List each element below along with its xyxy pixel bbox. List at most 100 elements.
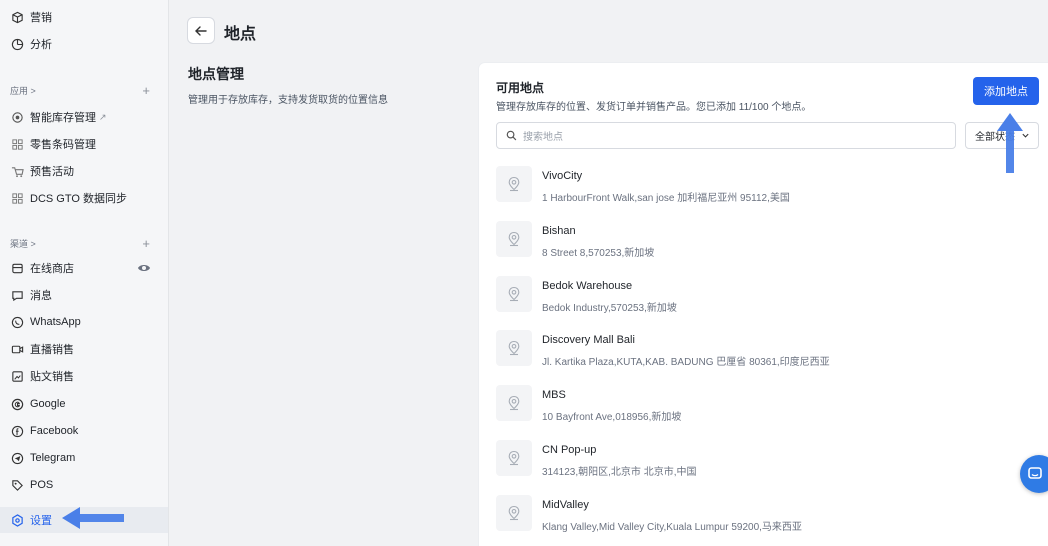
sidebar-item-label: POS xyxy=(30,479,54,491)
sidebar-item-label: 智能库存管理 xyxy=(30,112,96,124)
location-name: MidValley xyxy=(542,498,589,511)
location-row[interactable]: MidValley Klang Valley,Mid Valley City,K… xyxy=(496,493,1036,546)
location-pin-icon xyxy=(496,275,532,312)
gear-icon xyxy=(10,513,24,527)
sidebar-item-online-store[interactable]: 在线商店 xyxy=(10,258,74,278)
whatsapp-icon xyxy=(10,315,24,329)
location-pin-icon xyxy=(496,166,532,202)
sidebar-item-settings[interactable]: 设置 xyxy=(10,510,52,530)
card-description: 管理存放库存的位置、发货订单并销售产品。您已添加 11/100 个地点。 xyxy=(496,102,812,113)
location-address: 1 HarbourFront Walk,san jose 加利福尼亚州 9511… xyxy=(542,193,790,204)
sidebar-item-barcode[interactable]: 零售条码管理 xyxy=(10,134,96,154)
location-address: 314123,朝阳区,北京市 北京市,中国 xyxy=(542,466,697,478)
sidebar-item-label: Facebook xyxy=(30,425,79,437)
location-list: VivoCity 1 HarbourFront Walk,san jose 加利… xyxy=(496,164,1036,546)
message-icon xyxy=(10,288,24,302)
google-icon xyxy=(10,397,24,411)
telegram-icon xyxy=(10,451,24,465)
post-icon xyxy=(10,369,24,383)
eye-icon[interactable] xyxy=(137,262,151,274)
location-row[interactable]: VivoCity 1 HarbourFront Walk,san jose 加利… xyxy=(496,164,1036,219)
sidebar-item-label: Google xyxy=(30,398,66,410)
sidebar-item-label: 直播销售 xyxy=(30,344,74,356)
channels-section-header[interactable]: 渠道 > + xyxy=(10,237,150,250)
live-icon xyxy=(10,342,24,356)
sidebar: 营销 分析 应用 > + 智能库存管理 ↗ 零售条码管理 预售活动 DCS GT… xyxy=(0,0,169,546)
facebook-icon xyxy=(10,424,24,438)
sidebar-item-dcs-sync[interactable]: DCS GTO 数据同步 xyxy=(10,188,127,208)
sidebar-item-google[interactable]: Google xyxy=(10,394,65,414)
sidebar-item-label: 预售活动 xyxy=(30,166,74,178)
add-app-button[interactable]: + xyxy=(142,84,150,97)
barcode-icon xyxy=(10,137,24,151)
location-name: MBS xyxy=(542,389,566,402)
sidebar-item-label: 贴文销售 xyxy=(30,371,74,383)
sidebar-item-pos[interactable]: POS xyxy=(10,475,53,495)
location-name: Discovery Mall Bali xyxy=(542,334,635,347)
sidebar-item-label: 设置 xyxy=(30,515,52,527)
location-row[interactable]: Discovery Mall Bali Jl. Kartika Plaza,KU… xyxy=(496,328,1036,383)
location-pin-icon xyxy=(496,220,532,257)
store-icon xyxy=(10,261,24,275)
annotation-arrow-up-icon xyxy=(997,113,1023,173)
sidebar-item-post-sales[interactable]: 贴文销售 xyxy=(10,366,74,386)
location-address: Bedok Industry,570253,新加坡 xyxy=(542,302,677,314)
presale-icon xyxy=(10,164,24,178)
locations-card: 可用地点 管理存放库存的位置、发货订单并销售产品。您已添加 11/100 个地点… xyxy=(479,63,1048,546)
chat-icon xyxy=(1028,467,1042,479)
location-pin-icon xyxy=(496,385,532,422)
sidebar-item-messages[interactable]: 消息 xyxy=(10,285,52,305)
megaphone-icon xyxy=(10,10,24,24)
sync-icon xyxy=(10,191,24,205)
sidebar-item-label: DCS GTO 数据同步 xyxy=(30,193,127,205)
sidebar-item-telegram[interactable]: Telegram xyxy=(10,448,75,468)
search-icon xyxy=(506,130,517,141)
location-name: Bedok Warehouse xyxy=(542,279,633,292)
external-link-icon: ↗ xyxy=(99,111,107,122)
search-input[interactable]: 搜索地点 xyxy=(496,122,956,149)
add-location-button[interactable]: 添加地点 xyxy=(973,77,1039,105)
search-placeholder: 搜索地点 xyxy=(523,132,563,143)
location-name: Bishan xyxy=(542,224,576,237)
back-button[interactable] xyxy=(187,17,215,44)
sidebar-item-smart-inventory[interactable]: 智能库存管理 ↗ xyxy=(10,107,107,127)
add-channel-button[interactable]: + xyxy=(142,237,150,250)
arrow-left-icon xyxy=(195,25,207,36)
location-pin-icon xyxy=(496,330,532,367)
sidebar-item-label: 营销 xyxy=(30,12,52,24)
sidebar-item-analytics[interactable]: 分析 xyxy=(10,34,52,54)
sidebar-item-marketing[interactable]: 营销 xyxy=(10,7,52,27)
location-pin-icon xyxy=(496,439,532,476)
location-row[interactable]: CN Pop-up 314123,朝阳区,北京市 北京市,中国 xyxy=(496,438,1036,493)
location-address: 8 Street 8,570253,新加坡 xyxy=(542,247,655,259)
apps-section-header[interactable]: 应用 > + xyxy=(10,84,150,97)
chart-icon xyxy=(10,37,24,51)
location-pin-icon xyxy=(496,494,532,531)
location-name: CN Pop-up xyxy=(542,443,597,456)
sidebar-item-label: Telegram xyxy=(30,452,76,464)
card-title: 可用地点 xyxy=(496,81,545,95)
page-title: 地点 xyxy=(224,26,257,43)
apps-section-label: 应用 > xyxy=(10,86,36,96)
inventory-icon xyxy=(10,110,24,124)
sidebar-item-label: WhatsApp xyxy=(30,316,81,328)
location-row[interactable]: Bishan 8 Street 8,570253,新加坡 xyxy=(496,219,1036,274)
location-address: Klang Valley,Mid Valley City,Kuala Lumpu… xyxy=(542,521,802,533)
sidebar-item-label: 零售条码管理 xyxy=(30,139,96,151)
sidebar-item-label: 在线商店 xyxy=(30,263,74,275)
section-title: 地点管理 xyxy=(188,66,244,82)
location-name: VivoCity xyxy=(542,170,583,182)
sidebar-item-label: 分析 xyxy=(30,39,52,51)
sidebar-item-label: 消息 xyxy=(30,290,52,302)
pos-icon xyxy=(10,478,24,492)
sidebar-item-whatsapp[interactable]: WhatsApp xyxy=(10,312,81,332)
location-row[interactable]: Bedok Warehouse Bedok Industry,570253,新加… xyxy=(496,274,1036,329)
sidebar-item-presale[interactable]: 预售活动 xyxy=(10,161,74,181)
annotation-arrow-left-icon xyxy=(62,507,124,529)
location-address: Jl. Kartika Plaza,KUTA,KAB. BADUNG 巴厘省 8… xyxy=(542,357,830,369)
location-address: 10 Bayfront Ave,018956,新加坡 xyxy=(542,412,682,424)
sidebar-item-facebook[interactable]: Facebook xyxy=(10,421,78,441)
section-description: 管理用于存放库存，支持发货取货的位置信息 xyxy=(188,95,388,106)
location-row[interactable]: MBS 10 Bayfront Ave,018956,新加坡 xyxy=(496,383,1036,438)
sidebar-item-live-sales[interactable]: 直播销售 xyxy=(10,339,74,359)
